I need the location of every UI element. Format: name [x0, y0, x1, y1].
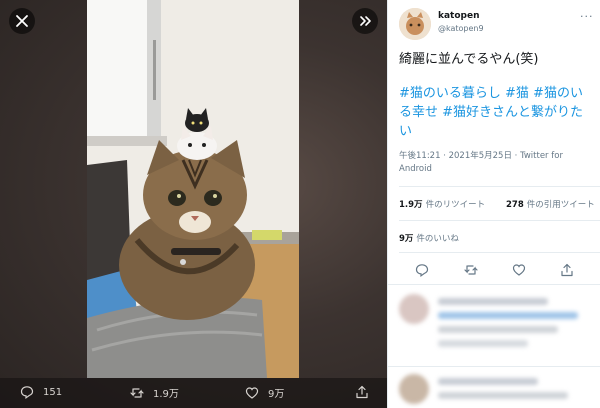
collapse-panel-button[interactable] [352, 8, 378, 34]
share-icon[interactable] [560, 263, 574, 277]
close-button[interactable] [9, 8, 35, 34]
tweet-photo-viewer: 151 1.9万 9万 katopen @katopen9 ··· 綺麗に並んで… [0, 0, 600, 408]
reply-icon [20, 386, 34, 399]
retweet-stat-value: 1.9万 [399, 200, 423, 210]
share-icon [356, 385, 368, 399]
share-action[interactable] [355, 385, 369, 399]
avatar [399, 374, 429, 404]
close-icon [16, 15, 28, 27]
divider [399, 220, 600, 221]
cat-photo-illustration [87, 0, 299, 378]
quote-stat-label: 件の引用ツイート [526, 200, 595, 210]
retweet-stat-label: 件のリツイート [425, 200, 486, 210]
retweet-action[interactable]: 1.9万 [130, 385, 179, 400]
reply-icon[interactable] [415, 263, 429, 277]
more-options-icon[interactable]: ··· [580, 10, 594, 23]
tweet-hashtags[interactable]: #猫のいる暮らし #猫 #猫のいる幸せ #猫好きさんと繋がりたい [399, 84, 595, 141]
display-name[interactable]: katopen [438, 11, 480, 21]
like-action[interactable]: 9万 [245, 385, 284, 400]
tweet-panel: katopen @katopen9 ··· 綺麗に並んでるやん(笑) #猫のいる… [387, 0, 600, 408]
divider [399, 252, 600, 253]
blurred-reply [388, 370, 600, 408]
avatar[interactable] [399, 8, 431, 40]
divider [388, 284, 600, 285]
retweet-icon [130, 387, 144, 398]
collapse-panel-icon [360, 16, 371, 26]
reply-action[interactable]: 151 [20, 385, 62, 399]
tweet-action-row [388, 258, 600, 282]
quote-stat[interactable]: 278 件の引用ツイート [506, 198, 595, 210]
avatar-image [399, 8, 431, 40]
like-stat-label: 件のいいね [416, 234, 459, 244]
media-action-bar: 151 1.9万 9万 [0, 378, 387, 408]
quote-stat-value: 278 [506, 200, 524, 210]
blurred-reply [388, 290, 600, 360]
tweet-photo[interactable] [87, 0, 299, 378]
reply-count: 151 [43, 386, 63, 398]
heart-icon[interactable] [512, 263, 526, 277]
like-stat-value: 9万 [399, 234, 414, 244]
like-count: 9万 [268, 389, 285, 400]
like-stat[interactable]: 9万 件のいいね [399, 232, 459, 244]
media-viewer: 151 1.9万 9万 [0, 0, 387, 408]
tweet-text: 綺麗に並んでるやん(笑) [399, 52, 539, 67]
divider [388, 366, 600, 367]
heart-icon [245, 386, 259, 399]
avatar [399, 294, 429, 324]
divider [399, 186, 600, 187]
tweet-timestamp[interactable]: 午後11:21 · 2021年5月25日 · Twitter for Andro… [399, 150, 595, 176]
user-handle[interactable]: @katopen9 [438, 24, 484, 33]
retweet-icon[interactable] [464, 263, 478, 277]
retweet-count: 1.9万 [153, 389, 179, 400]
retweet-stat[interactable]: 1.9万 件のリツイート [399, 198, 485, 210]
